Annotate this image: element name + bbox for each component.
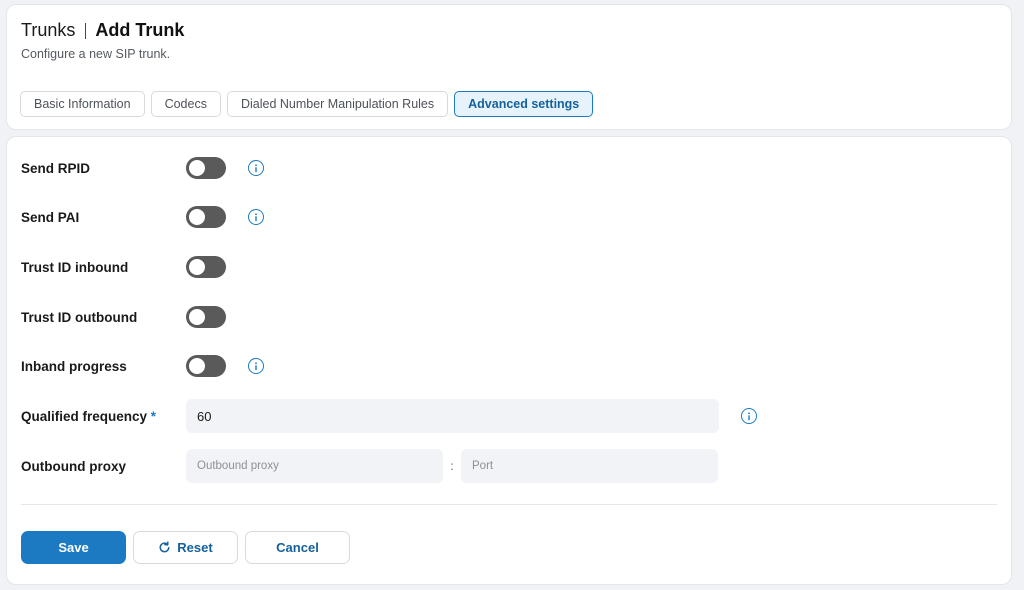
advanced-settings-form: Send RPID Send PAI Trust ID inbound Trus… <box>6 136 1012 585</box>
info-icon[interactable] <box>741 408 757 424</box>
info-icon[interactable] <box>248 160 264 176</box>
trust-id-outbound-label: Trust ID outbound <box>21 309 138 325</box>
reset-button-label: Reset <box>177 540 213 555</box>
host-port-separator: : <box>450 459 454 473</box>
outbound-proxy-input[interactable] <box>186 449 443 483</box>
qualified-frequency-label: Qualified frequency * <box>21 409 186 424</box>
info-icon[interactable] <box>248 358 264 374</box>
toggle-knob <box>189 309 205 325</box>
trust-id-outbound-toggle[interactable] <box>186 306 226 328</box>
send-pai-label: Send PAI <box>21 209 80 225</box>
page-title: Trunks Add Trunk <box>21 20 184 41</box>
breadcrumb-add-trunk: Add Trunk <box>95 20 185 40</box>
outbound-proxy-row: Outbound proxy : <box>21 449 718 483</box>
form-actions: Save Reset Cancel <box>21 531 350 564</box>
send-rpid-row: Send RPID <box>21 153 264 183</box>
qualified-frequency-input[interactable] <box>186 399 719 433</box>
page-description: Configure a new SIP trunk. <box>21 47 171 61</box>
tab-basic-information[interactable]: Basic Information <box>20 91 145 117</box>
send-pai-row: Send PAI <box>21 202 264 232</box>
trust-id-inbound-label: Trust ID inbound <box>21 259 129 275</box>
toggle-knob <box>189 259 205 275</box>
qualified-frequency-label-text: Qualified frequency <box>21 408 148 424</box>
trust-id-outbound-row: Trust ID outbound <box>21 302 226 332</box>
page-header-card: Trunks Add Trunk Configure a new SIP tru… <box>6 4 1012 130</box>
tab-dialed-number-manipulation-rules[interactable]: Dialed Number Manipulation Rules <box>226 91 449 117</box>
qualified-frequency-row: Qualified frequency * <box>21 399 757 433</box>
save-button[interactable]: Save <box>21 531 126 564</box>
port-input[interactable] <box>461 449 718 483</box>
required-marker: * <box>150 408 157 424</box>
info-icon[interactable] <box>248 209 264 225</box>
toggle-knob <box>189 160 205 176</box>
refresh-icon <box>159 541 170 553</box>
tab-bar: Basic Information Codecs Dialed Number M… <box>20 91 594 117</box>
tab-codecs[interactable]: Codecs <box>150 91 221 117</box>
toggle-knob <box>189 209 205 225</box>
trust-id-inbound-row: Trust ID inbound <box>21 252 226 282</box>
reset-button[interactable]: Reset <box>133 531 238 564</box>
trust-id-inbound-toggle[interactable] <box>186 256 226 278</box>
send-pai-toggle[interactable] <box>186 206 226 228</box>
tab-advanced-settings[interactable]: Advanced settings <box>454 91 594 117</box>
send-rpid-label: Send RPID <box>21 160 91 176</box>
send-rpid-toggle[interactable] <box>186 157 226 179</box>
inband-progress-toggle[interactable] <box>186 355 226 377</box>
inband-progress-row: Inband progress <box>21 351 264 381</box>
inband-progress-label: Inband progress <box>21 358 127 374</box>
toggle-knob <box>189 358 205 374</box>
divider <box>21 504 997 505</box>
title-separator <box>85 22 87 39</box>
cancel-button[interactable]: Cancel <box>245 531 350 564</box>
breadcrumb-trunks[interactable]: Trunks <box>21 20 75 41</box>
outbound-proxy-label: Outbound proxy <box>21 458 126 474</box>
